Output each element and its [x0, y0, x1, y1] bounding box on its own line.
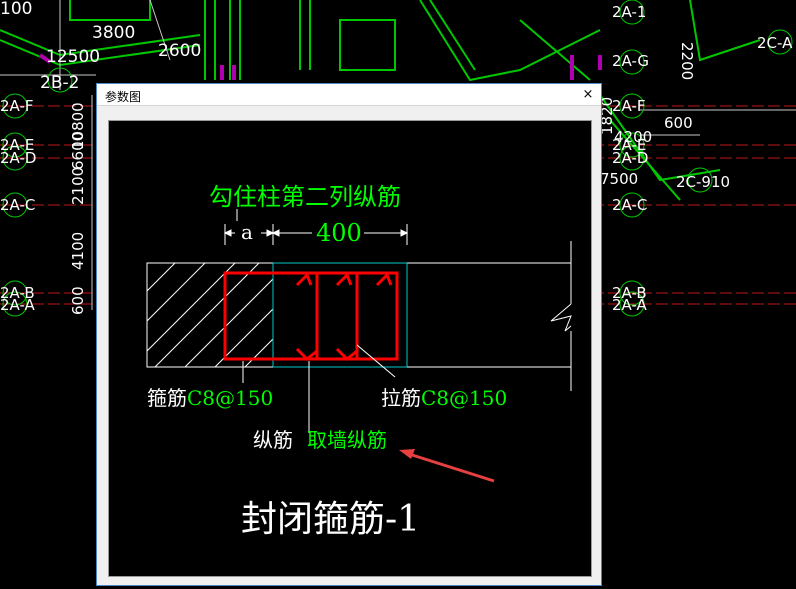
bg-axis-2aa-right: 2A-A [612, 296, 648, 314]
bg-dim-100: 100 [0, 0, 32, 19]
dim-400-label: 400 [316, 219, 362, 247]
bg-dim-6600: 6600 [69, 132, 87, 170]
bg-axis-2af: 2A-F [0, 97, 34, 115]
bg-dim-2600: 2600 [158, 41, 201, 61]
rebar-stirrups [223, 271, 399, 362]
bg-dim-2200: 2200 [678, 42, 696, 80]
stirrup-label-value: C8@150 [187, 386, 273, 410]
bg-axis-2af-right: 2A-F [612, 97, 646, 115]
bg-axis-2a1: 2A-1 [612, 3, 646, 21]
long-bar-label-prefix: 纵筋 [253, 428, 293, 452]
bg-axis-2ac-right: 2A-C [612, 196, 647, 214]
dim-a-label: a [241, 220, 253, 244]
dialog-titlebar[interactable]: 参数图 × [97, 84, 601, 106]
bg-axis-2b2: 2B-2 [40, 73, 79, 93]
bg-dim-4200: 4200 [614, 128, 652, 146]
close-button[interactable]: × [579, 86, 597, 104]
diagram-canvas: 勾住柱第二列纵筋 a 400 箍筋 C8@150 拉筋 C8@150 纵筋 取墙… [108, 120, 592, 577]
bg-dim-4100: 4100 [69, 232, 87, 270]
bg-axis-2aa: 2A-A [0, 296, 36, 314]
bg-axis-2ag: 2A-G [612, 52, 649, 70]
rebar-detail-drawing: 勾住柱第二列纵筋 a 400 箍筋 C8@150 拉筋 C8@150 纵筋 取墙… [146, 183, 572, 540]
bg-axis-2c910: 2C-910 [676, 173, 730, 191]
bg-axis-2ac: 2A-C [0, 196, 35, 214]
parameter-diagram-dialog: 参数图 × 勾住柱第二列纵筋 a 400 箍筋 C8@150 拉筋 C8@150… [96, 83, 602, 586]
tie-label-prefix: 拉筋 [381, 386, 421, 410]
bg-dim-12500: 12500 [46, 47, 100, 67]
bg-axis-2ad-right: 2A-D [612, 149, 648, 167]
dialog-title: 参数图 [105, 90, 142, 104]
top-note-label: 勾住柱第二列纵筋 [209, 183, 401, 211]
bg-dim-3800: 3800 [92, 23, 135, 43]
bg-axis-2ad: 2A-D [0, 149, 36, 167]
diagram-caption: 封闭箍筋-1 [241, 499, 420, 540]
long-bar-label-value: 取墙纵筋 [307, 428, 387, 452]
stirrup-label-prefix: 箍筋 [147, 386, 187, 410]
bg-axis-2ca: 2C-A [757, 34, 793, 52]
bg-dim-7500: 7500 [600, 170, 638, 188]
column-hatch [146, 262, 274, 368]
bg-dim-2100: 2100 [69, 167, 87, 205]
annotation-arrow [399, 449, 495, 483]
bg-dim-600-right: 600 [664, 114, 693, 132]
bg-dim-600: 600 [69, 286, 87, 315]
tie-label-value: C8@150 [421, 386, 507, 410]
